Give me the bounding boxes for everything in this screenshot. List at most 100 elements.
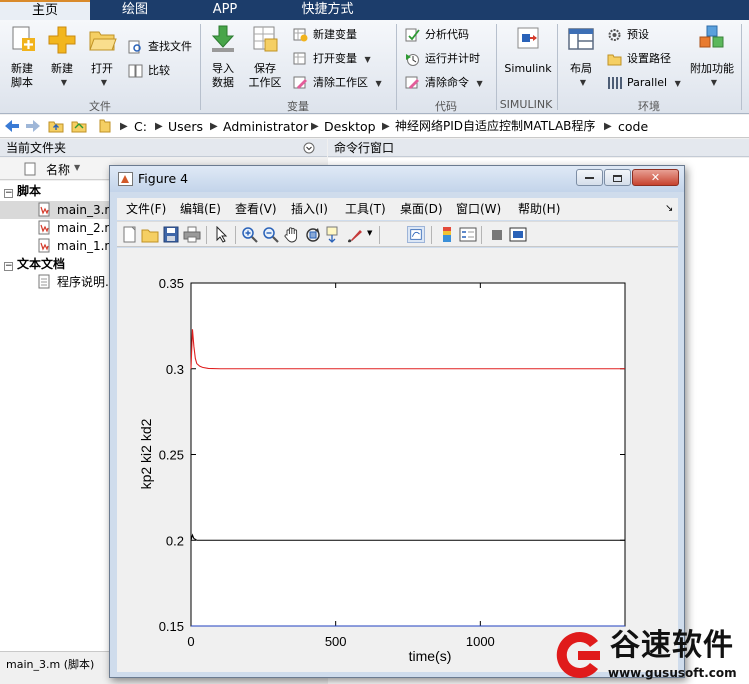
tab-plots[interactable]: 绘图 bbox=[90, 0, 180, 20]
simulink-button[interactable]: Simulink bbox=[500, 24, 556, 76]
open-dropdown-arrow[interactable]: ▼ bbox=[88, 76, 120, 90]
tab-home[interactable]: 主页 bbox=[0, 0, 90, 20]
figure-title-bar[interactable]: Figure 4 ✕ bbox=[110, 166, 684, 192]
clear-workspace-button[interactable]: 清除工作区 ▼ bbox=[293, 74, 382, 92]
compare-button[interactable]: 比较 bbox=[128, 62, 170, 80]
clear-commands-button[interactable]: 清除命令 ▼ bbox=[405, 74, 483, 92]
close-button[interactable]: ✕ bbox=[632, 169, 679, 186]
txt-file-icon bbox=[38, 274, 50, 289]
open-button[interactable]: 打开 ▼ bbox=[84, 24, 120, 90]
menu-view[interactable]: 查看(V) bbox=[235, 201, 277, 217]
menu-file[interactable]: 文件(F) bbox=[126, 201, 166, 217]
new-variable-button[interactable]: 新建变量 bbox=[293, 26, 357, 44]
panel-actions-icon[interactable] bbox=[303, 142, 315, 154]
axes-box[interactable] bbox=[190, 282, 626, 627]
up-folder-icon[interactable] bbox=[48, 119, 64, 133]
open-file-icon[interactable] bbox=[141, 226, 159, 243]
path-segment-desktop[interactable]: Desktop bbox=[324, 118, 376, 135]
zoom-out-icon[interactable] bbox=[262, 226, 280, 243]
sort-arrow-icon[interactable]: ▼ bbox=[74, 163, 80, 172]
pan-hand-icon[interactable] bbox=[283, 226, 301, 243]
menu-tools[interactable]: 工具(T) bbox=[345, 201, 386, 217]
new-dropdown-arrow[interactable]: ▼ bbox=[48, 76, 80, 90]
clear-workspace-icon bbox=[293, 76, 307, 89]
clear-workspace-dropdown-arrow[interactable]: ▼ bbox=[376, 79, 382, 88]
set-path-button[interactable]: 设置路径 bbox=[607, 50, 671, 68]
import-data-button[interactable]: 导入 数据 bbox=[205, 24, 241, 90]
path-segment-drive[interactable]: C: bbox=[134, 118, 147, 135]
new-figure-icon[interactable] bbox=[121, 226, 139, 243]
file-group-label: 文件 bbox=[89, 100, 111, 113]
menu-insert[interactable]: 插入(I) bbox=[291, 201, 328, 217]
tree-group-text-docs[interactable]: − 文本文档 bbox=[4, 255, 65, 273]
save-workspace-button[interactable]: 保存 工作区 bbox=[245, 24, 285, 90]
print-figure-icon[interactable] bbox=[183, 226, 201, 243]
folder-open-icon bbox=[89, 31, 117, 51]
insert-legend-icon[interactable] bbox=[459, 226, 477, 243]
run-and-time-button[interactable]: 运行并计时 bbox=[405, 50, 480, 68]
path-segment-users[interactable]: Users bbox=[168, 118, 203, 135]
find-files-label: 查找文件 bbox=[148, 40, 192, 53]
y-tick-label: 0.3 bbox=[166, 362, 184, 377]
addons-button[interactable]: 附加功能 ▼ bbox=[688, 24, 736, 90]
path-segment-project[interactable]: 神经网络PID自适应控制MATLAB程序 bbox=[395, 118, 595, 135]
save-workspace-icon bbox=[253, 26, 278, 52]
new-plus-icon bbox=[48, 26, 76, 54]
menu-help[interactable]: 帮助(H) bbox=[518, 201, 560, 217]
rotate-3d-icon[interactable] bbox=[304, 226, 322, 243]
layout-button[interactable]: 布局 ▼ bbox=[563, 24, 599, 90]
insert-colorbar-icon[interactable] bbox=[438, 226, 456, 243]
open-variable-button[interactable]: 打开变量 ▼ bbox=[293, 50, 371, 68]
file-item-main1[interactable]: main_1.m bbox=[38, 237, 116, 255]
menu-edit[interactable]: 编辑(E) bbox=[180, 201, 221, 217]
save-figure-icon[interactable] bbox=[162, 226, 180, 243]
tree-group-scripts[interactable]: − 脚本 bbox=[4, 182, 41, 200]
m-file-icon bbox=[38, 202, 50, 217]
preferences-button[interactable]: 预设 bbox=[607, 26, 649, 44]
browse-folder-icon[interactable] bbox=[71, 119, 87, 133]
menu-desktop[interactable]: 桌面(D) bbox=[400, 201, 443, 217]
file-item-main2[interactable]: main_2.m bbox=[38, 219, 116, 237]
show-plot-tools-icon[interactable] bbox=[509, 226, 527, 243]
path-segment-code[interactable]: code bbox=[618, 118, 648, 135]
collapse-icon[interactable]: − bbox=[4, 189, 13, 198]
new-button[interactable]: 新建 ▼ bbox=[44, 24, 80, 90]
menu-window[interactable]: 窗口(W) bbox=[456, 201, 501, 217]
new-script-button[interactable]: 新建 脚本 bbox=[4, 24, 40, 90]
parallel-button[interactable]: Parallel ▼ bbox=[607, 74, 681, 92]
figure-canvas[interactable]: 0.15 0.2 0.25 0.3 0.35 0 500 1000 time(s) kp2 … bbox=[117, 248, 678, 672]
addons-dropdown-arrow[interactable]: ▼ bbox=[692, 76, 736, 90]
tab-shortcuts[interactable]: 快捷方式 bbox=[270, 0, 385, 20]
open-variable-dropdown-arrow[interactable]: ▼ bbox=[365, 55, 371, 64]
find-files-button[interactable]: 查找文件 bbox=[128, 38, 192, 56]
data-cursor-icon[interactable] bbox=[325, 226, 343, 243]
brush-dropdown-arrow[interactable]: ▼ bbox=[367, 229, 372, 237]
current-folder-panel-header: 当前文件夹 bbox=[0, 139, 327, 157]
new-variable-label: 新建变量 bbox=[313, 28, 357, 41]
forward-arrow-icon[interactable] bbox=[25, 119, 41, 133]
collapse-icon[interactable]: − bbox=[4, 262, 13, 271]
maximize-button[interactable] bbox=[604, 169, 631, 186]
tab-apps[interactable]: APP bbox=[180, 0, 270, 20]
minimize-button[interactable] bbox=[576, 169, 603, 186]
brush-icon[interactable] bbox=[346, 226, 364, 243]
matlab-figure-icon bbox=[118, 172, 133, 186]
layout-dropdown-arrow[interactable]: ▼ bbox=[567, 76, 599, 90]
dock-figure-icon[interactable]: ↘ bbox=[665, 201, 673, 217]
file-item-main3[interactable]: main_3.m bbox=[0, 201, 116, 219]
name-column-header[interactable]: 名称 bbox=[46, 161, 70, 178]
line-plot[interactable]: 0.15 0.2 0.25 0.3 0.35 0 500 1000 time(s) kp2 … bbox=[117, 248, 678, 672]
zoom-in-icon[interactable] bbox=[241, 226, 259, 243]
run-and-time-icon bbox=[406, 54, 419, 66]
parallel-dropdown-arrow[interactable]: ▼ bbox=[675, 79, 681, 88]
path-segment-administrator[interactable]: Administrator bbox=[223, 118, 308, 135]
gususoft-logo-icon bbox=[556, 632, 600, 678]
hide-plot-tools-icon[interactable] bbox=[488, 226, 506, 243]
edit-plot-arrow-icon[interactable] bbox=[212, 226, 230, 243]
back-arrow-icon[interactable] bbox=[4, 119, 20, 133]
open-variable-label: 打开变量 bbox=[313, 52, 357, 65]
analyze-code-button[interactable]: 分析代码 bbox=[405, 26, 469, 44]
link-plot-icon[interactable] bbox=[407, 226, 425, 243]
path-separator: ▶ bbox=[311, 121, 319, 132]
clear-commands-dropdown-arrow[interactable]: ▼ bbox=[477, 79, 483, 88]
